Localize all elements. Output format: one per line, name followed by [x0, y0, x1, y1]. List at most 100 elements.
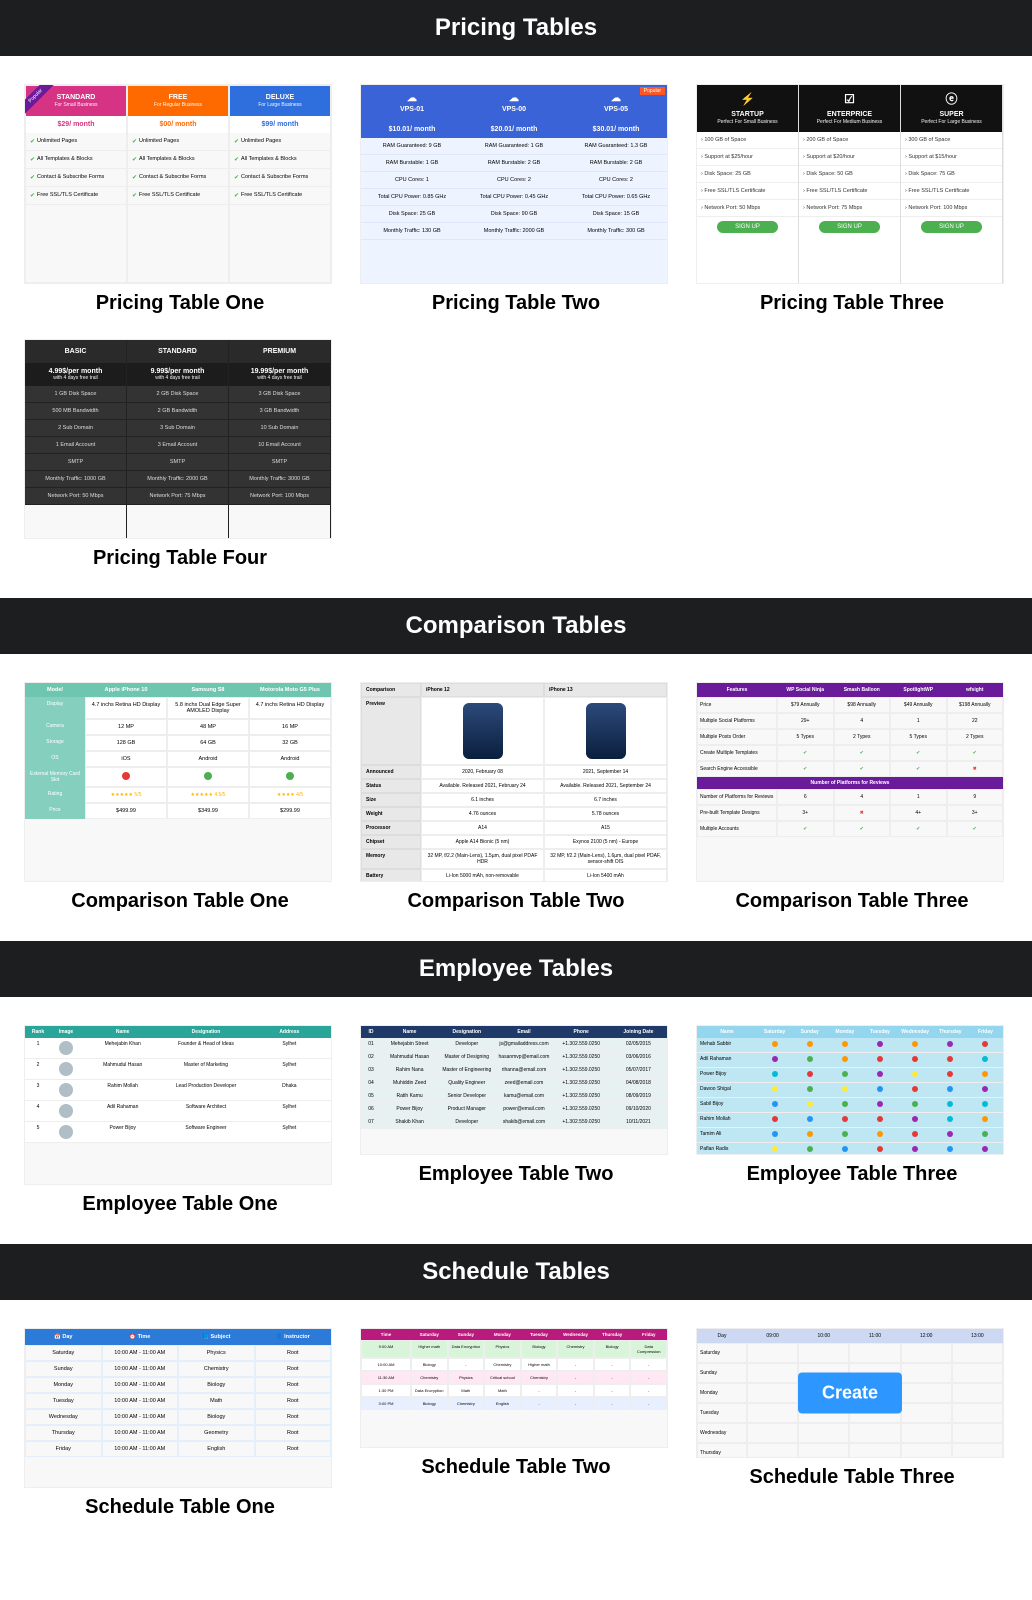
schedule-cell[interactable]: [952, 1423, 1003, 1443]
table-cell: 02: [361, 1051, 381, 1064]
status-cell: [757, 1083, 792, 1098]
schedule-cell[interactable]: [747, 1403, 798, 1423]
schedule-cell[interactable]: [952, 1383, 1003, 1403]
signup-button[interactable]: SIGN UP: [819, 221, 880, 233]
schedule-cell[interactable]: [849, 1343, 900, 1363]
plan-feature: 2 GB Disk Space: [127, 386, 228, 403]
grid-comparison: ModelApple iPhone 10Samsung S8Motorola M…: [0, 654, 1032, 941]
caption-pricing-two: Pricing Table Two: [360, 292, 672, 315]
table-cell: -: [557, 1397, 594, 1410]
status-dot: [982, 1146, 988, 1152]
schedule-cell[interactable]: [901, 1343, 952, 1363]
plan-feature: RAM Burstable: 1 GB: [361, 155, 463, 172]
card-schedule-two[interactable]: TimeSaturdaySundayMondayTuesdayWednesday…: [360, 1328, 672, 1519]
table-cell: 10:00 AM - 11:00 AM: [102, 1393, 179, 1409]
row-label: Announced: [361, 765, 421, 779]
schedule-cell[interactable]: [798, 1343, 849, 1363]
status-cell: [933, 1038, 968, 1053]
plan-title: ☁VPS-01: [361, 85, 463, 121]
schedule-cell[interactable]: [747, 1423, 798, 1443]
status-cell: [792, 1053, 827, 1068]
table-header: Features: [697, 683, 777, 697]
card-employee-three[interactable]: NameSaturdaySundayMondayTuesdayWednesday…: [696, 1025, 1008, 1216]
table-cell: iOS: [85, 751, 167, 767]
schedule-cell[interactable]: [747, 1363, 798, 1383]
schedule-cell[interactable]: [901, 1363, 952, 1383]
status-dot: [877, 1041, 883, 1047]
signup-button[interactable]: SIGN UP: [717, 221, 778, 233]
status-cell: [968, 1068, 1003, 1083]
schedule-cell[interactable]: [747, 1443, 798, 1458]
table-cell: Critical school: [484, 1371, 521, 1384]
schedule-cell[interactable]: [798, 1423, 849, 1443]
card-employee-one[interactable]: RankImageNameDesignationAddress1Mehejabi…: [24, 1025, 336, 1216]
schedule-cell[interactable]: [952, 1343, 1003, 1363]
table-cell: Root: [255, 1361, 332, 1377]
schedule-cell[interactable]: [849, 1423, 900, 1443]
card-comparison-three[interactable]: FeaturesWP Social NinjaSmash BalloonSpot…: [696, 682, 1008, 913]
status-dot: [807, 1146, 813, 1152]
schedule-cell[interactable]: [747, 1343, 798, 1363]
caption-comparison-one: Comparison Table One: [24, 890, 336, 913]
schedule-cell[interactable]: [952, 1403, 1003, 1423]
schedule-cell[interactable]: [952, 1363, 1003, 1383]
table-cell: 07: [361, 1116, 381, 1129]
card-employee-two[interactable]: IDNameDesignationEmailPhoneJoining Date0…: [360, 1025, 672, 1216]
table-cell: Sylhet: [248, 1122, 331, 1143]
status-dot: [947, 1086, 953, 1092]
card-comparison-one[interactable]: ModelApple iPhone 10Samsung S8Motorola M…: [24, 682, 336, 913]
plan-feature: Network Port: 75 Mbps: [127, 488, 228, 505]
schedule-cell[interactable]: [952, 1443, 1003, 1458]
plan-title: STANDARD: [127, 340, 228, 363]
table-cell: 2021, September 14: [544, 765, 667, 779]
card-pricing-four[interactable]: BASIC4.99$/per monthwith 4 days free tra…: [24, 339, 336, 570]
table-cell: [544, 697, 667, 765]
table-cell: 04/08/2018: [610, 1077, 667, 1090]
card-schedule-one[interactable]: 📅 Day⏰ Time📘 Subject👤 InstructorSaturday…: [24, 1328, 336, 1519]
table-cell: 10:00 AM - 11:00 AM: [102, 1377, 179, 1393]
status-cell: [898, 1128, 933, 1143]
schedule-cell[interactable]: [901, 1443, 952, 1458]
status-cell: [898, 1038, 933, 1053]
schedule-cell[interactable]: [798, 1443, 849, 1458]
card-schedule-three[interactable]: Day09:0010:0011:0012:0013:00SaturdaySund…: [696, 1328, 1008, 1519]
status-cell: [757, 1113, 792, 1128]
table-header: Name: [697, 1026, 757, 1038]
plan-price: 9.99$/per monthwith 4 days free trail: [127, 363, 228, 386]
pricing1-col-0: STANDARDFor Small Business$29/ month✔Unl…: [25, 85, 127, 283]
card-pricing-three[interactable]: ⚡STARTUPPerfect For Small Business› 100 …: [696, 84, 1008, 315]
table-header: Designation: [438, 1026, 495, 1038]
status-dot: [877, 1131, 883, 1137]
schedule-cell[interactable]: [901, 1423, 952, 1443]
plan-feature: ✔Contact & Subscribe Forms: [128, 169, 228, 187]
plan-feature: RAM Burstable: 2 GB: [463, 155, 565, 172]
table-cell: 3: [25, 1080, 51, 1101]
table-cell: 10:00 AM - 11:00 AM: [102, 1441, 179, 1457]
table-cell: +1.302.559.0250: [553, 1077, 610, 1090]
table-cell: 04: [361, 1077, 381, 1090]
thumb-schedule-two: TimeSaturdaySundayMondayTuesdayWednesday…: [360, 1328, 668, 1448]
card-pricing-one[interactable]: Popular STANDARDFor Small Business$29/ m…: [24, 84, 336, 315]
schedule-cell[interactable]: [849, 1443, 900, 1458]
plan-feature: › Free SSL/TLS Certificate: [697, 183, 798, 200]
table-cell: Friday: [25, 1441, 102, 1457]
table-cell: Apple A14 Bionic (5 nm): [421, 835, 544, 849]
pricing2-col-2: ☁VPS-05$30.01/ monthRAM Guaranteed: 1.3 …: [565, 85, 667, 283]
row-label: Preview: [361, 697, 421, 765]
status-cell: [898, 1143, 933, 1155]
schedule-cell[interactable]: [901, 1383, 952, 1403]
card-comparison-two[interactable]: ComparisoniPhone 12iPhone 13PreviewAnnou…: [360, 682, 672, 913]
table-cell: $349.99: [167, 803, 249, 819]
table-cell: 4: [834, 713, 891, 729]
create-button[interactable]: Create: [798, 1373, 902, 1414]
table-cell: $499.99: [85, 803, 167, 819]
table-cell: shakib@email.com: [495, 1116, 552, 1129]
table-cell: power@email.com: [495, 1103, 552, 1116]
schedule-cell[interactable]: [901, 1403, 952, 1423]
table-cell: 6.7 inches: [544, 793, 667, 807]
card-pricing-two[interactable]: Popular ☁VPS-01$10.01/ monthRAM Guarante…: [360, 84, 672, 315]
schedule-cell[interactable]: [747, 1383, 798, 1403]
signup-button[interactable]: SIGN UP: [921, 221, 982, 233]
plan-feature: RAM Burstable: 2 GB: [565, 155, 667, 172]
status-cell: [862, 1053, 897, 1068]
